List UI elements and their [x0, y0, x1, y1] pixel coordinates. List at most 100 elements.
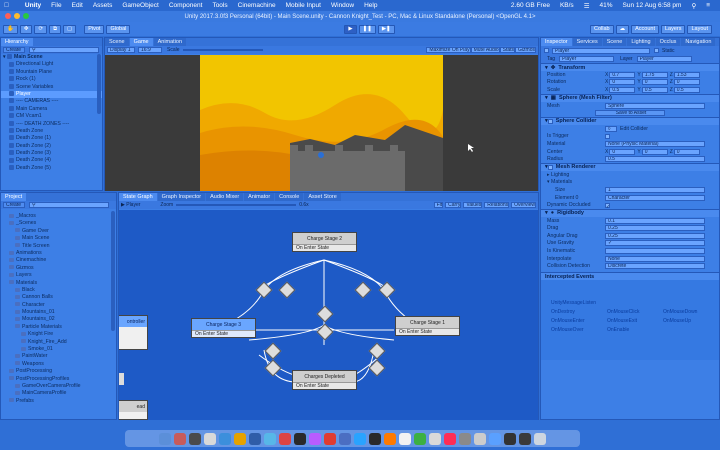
tab-inspector[interactable]: Lighting [627, 38, 655, 46]
event-item[interactable]: OnMouseClick [607, 309, 663, 315]
state-node-charge-stage-1[interactable]: Charge Stage 1 On Enter State [395, 316, 460, 336]
hierarchy-item[interactable]: Directional Light [1, 61, 102, 68]
project-item[interactable]: Character [1, 302, 116, 309]
hierarchy-search-input[interactable]: ⚲ [29, 47, 99, 53]
menu-item[interactable]: Help [364, 2, 377, 9]
dock-app-icon[interactable] [504, 432, 516, 445]
stats-toggle[interactable]: Stats [499, 47, 516, 53]
project-item[interactable]: Knight_Fire_Add [1, 339, 116, 346]
move-tool-button[interactable]: ✥ [19, 24, 33, 34]
project-item[interactable]: Main Scene [1, 235, 116, 242]
dock-app-icon[interactable] [324, 432, 336, 445]
scale-slider[interactable] [182, 49, 263, 51]
event-item[interactable]: OnDestroy [551, 309, 607, 315]
project-item[interactable]: PaintWater [1, 353, 116, 360]
dynamic-occluded-checkbox[interactable]: ✓ [605, 202, 610, 210]
pause-button[interactable]: ❚❚ [358, 24, 376, 34]
collider-enabled-checkbox[interactable] [547, 118, 553, 124]
menu-item[interactable]: Cinemachine [238, 2, 276, 9]
dock-app-icon[interactable] [399, 432, 411, 445]
transform-y-field[interactable]: 0 [641, 79, 668, 86]
apple-icon[interactable]:  [4, 2, 9, 9]
graph-toolbar-button[interactable]: Relations [484, 202, 510, 208]
dock-app-icon[interactable] [474, 432, 486, 445]
layout-button[interactable]: Layout [687, 24, 712, 34]
tab-graph[interactable]: Graph Inspector [157, 193, 206, 201]
transform-x-field[interactable]: 0.7 [609, 71, 636, 78]
radius-field[interactable]: 0.5 [605, 156, 705, 163]
transform-y-field[interactable]: 1.75 [641, 71, 668, 78]
rigidbody-field[interactable]: ✓ [605, 240, 705, 247]
dock-app-icon[interactable] [309, 432, 321, 445]
rotate-tool-button[interactable]: ⟳ [34, 24, 48, 34]
transform-x-field[interactable]: 0 [609, 79, 636, 86]
project-item[interactable]: _Scenes [1, 220, 116, 227]
menu-item[interactable]: Mobile Input [286, 2, 321, 9]
dock-app-icon[interactable] [174, 432, 186, 445]
project-item[interactable]: Prefabs [1, 398, 116, 405]
menu-item[interactable]: Edit [72, 2, 83, 9]
project-item[interactable]: Mountains_01 [1, 309, 116, 316]
project-item[interactable]: Smoke_01 [1, 346, 116, 353]
dock-app-icon[interactable] [159, 432, 171, 445]
tab-inspector[interactable]: Navigation [681, 38, 716, 46]
hand-tool-button[interactable]: ✋ [3, 24, 18, 34]
materials-size-field[interactable]: 1 [605, 186, 705, 193]
project-scrollbar[interactable] [111, 211, 115, 331]
project-item[interactable]: Knight Fire [1, 331, 116, 338]
graph-toolbar-button[interactable]: Fit [433, 202, 444, 208]
tab-inspector[interactable]: Scene [602, 38, 627, 46]
hierarchy-item[interactable]: Death Zone (5) [1, 165, 102, 172]
menu-list-icon[interactable]: ≡ [706, 2, 710, 9]
event-item[interactable]: OnMouseUp [663, 318, 719, 324]
play-button[interactable]: ▶ [344, 24, 357, 34]
rigidbody-header[interactable]: ▾ ● Rigidbody [541, 208, 719, 217]
rigidbody-field[interactable]: None [605, 255, 705, 262]
tab-inspector[interactable]: Services [572, 38, 602, 46]
display-select[interactable]: Display 1 [107, 47, 135, 53]
dock-app-icon[interactable] [219, 432, 231, 445]
tab-scene[interactable]: Scene [105, 38, 129, 46]
dock-app-icon[interactable] [204, 432, 216, 445]
hierarchy-item[interactable]: Death Zone [1, 128, 102, 135]
dock-app-icon[interactable] [294, 432, 306, 445]
project-item[interactable]: Gizmos [1, 265, 116, 272]
static-checkbox[interactable] [654, 48, 659, 53]
center-z[interactable]: 0 [673, 148, 700, 155]
dock-app-icon[interactable] [234, 432, 246, 445]
mesh-field[interactable]: Sphere [605, 102, 705, 109]
cloud-icon[interactable]: ☁ [615, 24, 630, 34]
project-item[interactable]: GameOverCameraProfile [1, 383, 116, 390]
project-item[interactable]: Mountains_02 [1, 316, 116, 323]
transform-x-field[interactable]: 0.5 [609, 86, 636, 93]
state-node-charge-stage-3[interactable]: Charge Stage 3 On Enter State [191, 318, 256, 338]
scale-tool-button[interactable]: ⧉ [49, 24, 62, 34]
graph-canvas[interactable]: Charge Stage 2 On Enter State Charge Sta… [119, 210, 538, 420]
project-item[interactable]: PostProcessing [1, 368, 116, 375]
tab-inspector[interactable]: Inspector [541, 38, 572, 46]
gizmos-toggle[interactable]: Gizmos [515, 47, 536, 53]
dock-app-icon[interactable] [429, 432, 441, 445]
dock-app-icon[interactable] [354, 432, 366, 445]
active-checkbox[interactable] [544, 48, 549, 53]
project-item[interactable]: Animations [1, 250, 116, 257]
sphere-collider-header[interactable]: ▾ Sphere Collider [541, 116, 719, 125]
aspect-select[interactable]: 16:9 [138, 47, 162, 53]
hierarchy-item[interactable]: ---- CAMERAS ---- [1, 98, 102, 105]
battery-status[interactable]: 41% [600, 2, 613, 9]
dock-app-icon[interactable] [189, 432, 201, 445]
dock-app-icon[interactable] [249, 432, 261, 445]
transform-z-field[interactable]: 1.53 [673, 71, 700, 78]
state-node-charges-depleted[interactable]: Charges Depleted On Enter State [292, 370, 357, 390]
project-create-button[interactable]: Create [3, 202, 25, 208]
tab-project[interactable]: Project [1, 193, 27, 201]
project-item[interactable]: MainCameraProfile [1, 390, 116, 397]
project-item[interactable]: PostProcessingProfiles [1, 376, 116, 383]
transform-z-field[interactable]: 0.5 [673, 86, 700, 93]
state-node-charge-stage-2[interactable]: Charge Stage 2 On Enter State [292, 232, 357, 252]
tab-graph[interactable]: Animator [244, 193, 275, 201]
hierarchy-create-button[interactable]: Create [3, 47, 25, 53]
clock[interactable]: Sun 12 Aug 6:58 pm [623, 2, 682, 9]
minimize-window-button[interactable] [14, 13, 20, 19]
menu-item[interactable]: Tools [212, 2, 227, 9]
